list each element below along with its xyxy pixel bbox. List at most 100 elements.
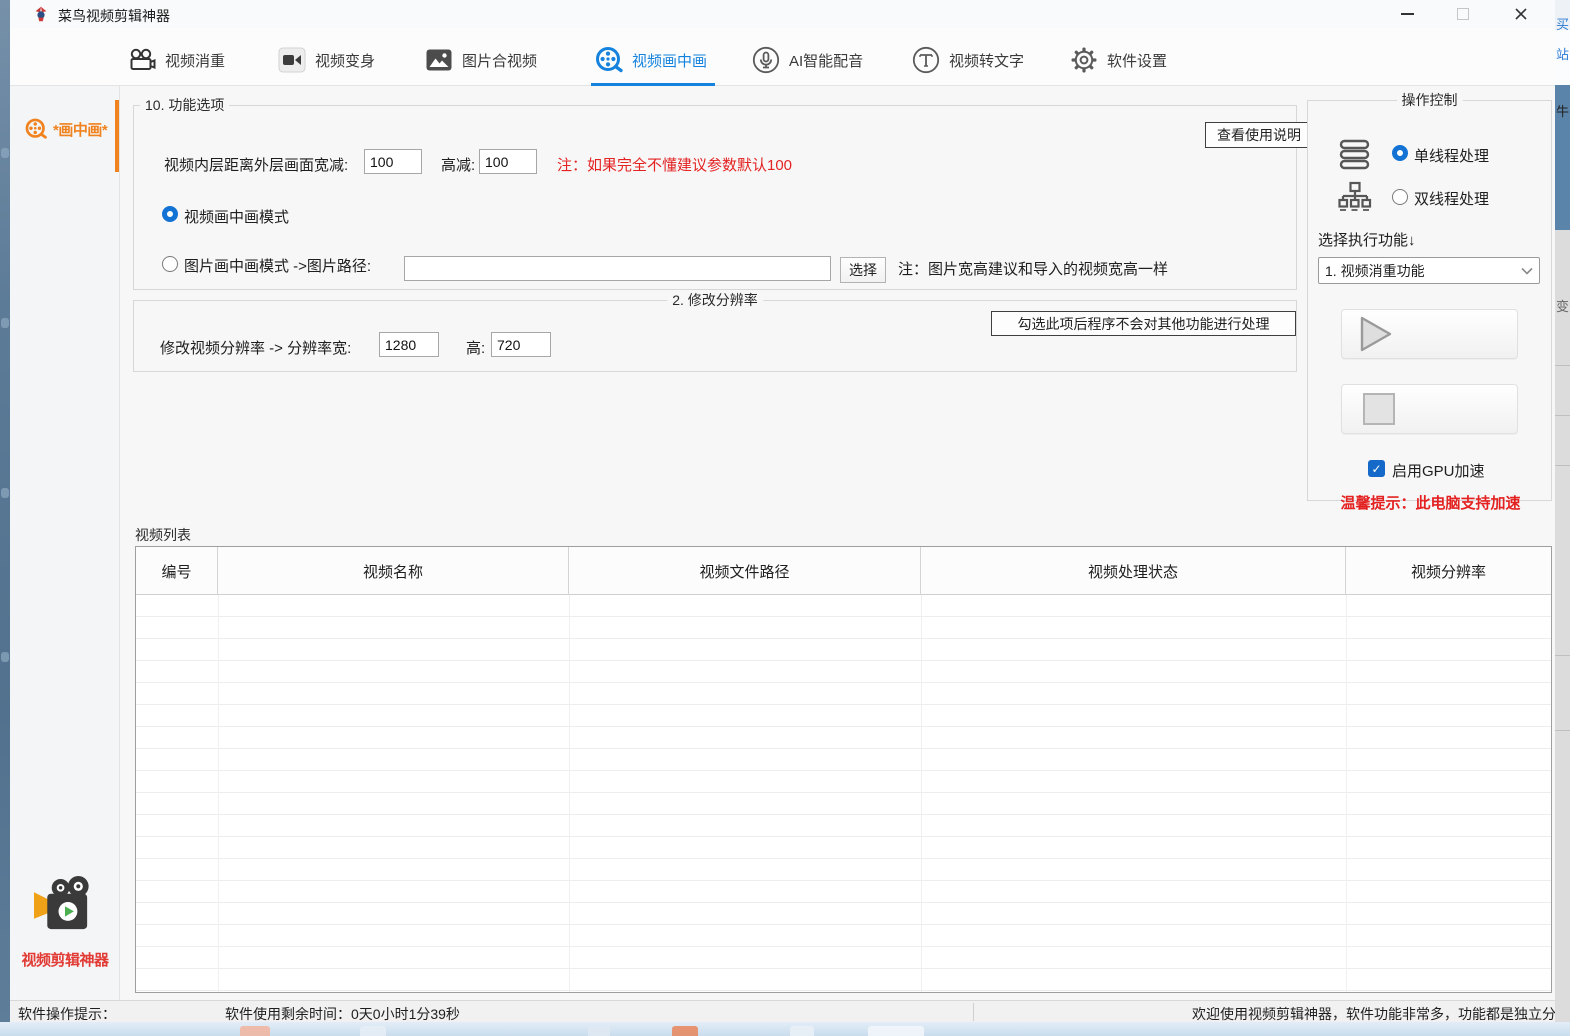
taskbar-icon-fragment bbox=[790, 1026, 814, 1036]
minimize-button[interactable] bbox=[1390, 2, 1424, 26]
sidebar: *画中画* 视频剪辑神器 bbox=[10, 86, 120, 1000]
tab-video-to-text[interactable]: 视频转文字 bbox=[912, 38, 1024, 82]
resolution-row-label: 修改视频分辨率 -> 分辨率宽: bbox=[160, 337, 351, 358]
function-select-value: 1. 视频消重功能 bbox=[1325, 261, 1425, 281]
image-pip-mode-radio[interactable] bbox=[162, 256, 178, 272]
film-reel-icon bbox=[25, 118, 47, 140]
table-header: 编号 视频名称 视频文件路径 视频处理状态 视频分辨率 bbox=[136, 547, 1551, 595]
sidebar-item-label: *画中画* bbox=[53, 119, 107, 140]
group-title: 2. 修改分辨率 bbox=[667, 292, 763, 308]
width-reduce-input[interactable] bbox=[364, 149, 422, 174]
gpu-support-note: 温馨提示：此电脑支持加速 bbox=[1308, 492, 1553, 513]
resolution-group: 2. 修改分辨率 勾选此项后程序不会对其他功能进行处理 修改视频分辨率 -> 分… bbox=[133, 300, 1297, 372]
height-reduce-input[interactable] bbox=[479, 149, 537, 174]
sidebar-active-indicator bbox=[115, 100, 119, 172]
desktop-icon-fragment bbox=[1, 652, 9, 662]
view-instructions-button[interactable]: 查看使用说明 bbox=[1205, 122, 1313, 148]
tab-video-dedup[interactable]: 视频消重 bbox=[128, 38, 225, 82]
function-options-group: 10. 功能选项 查看使用说明 视频内层距离外层画面宽减: 高减: 注：如果完全… bbox=[133, 105, 1297, 290]
close-icon bbox=[1514, 7, 1528, 21]
screen: 买 站 牛 变 菜鸟视频剪辑神器 bbox=[0, 0, 1570, 1036]
column-header-resolution[interactable]: 视频分辨率 bbox=[1346, 547, 1551, 595]
video-camera-icon bbox=[278, 47, 306, 73]
microphone-icon bbox=[752, 46, 780, 74]
sidebar-item-pip[interactable]: *画中画* bbox=[10, 100, 120, 158]
picture-icon bbox=[425, 48, 453, 72]
sidebar-logo-text: 视频剪辑神器 bbox=[10, 949, 120, 970]
column-header-path[interactable]: 视频文件路径 bbox=[569, 547, 921, 595]
app-window: 菜鸟视频剪辑神器 视频消重 bbox=[10, 0, 1555, 1022]
resolution-height-label: 高: bbox=[466, 337, 485, 358]
letter-t-icon bbox=[912, 46, 940, 74]
desktop-icon-fragment bbox=[1, 488, 9, 498]
tab-picture-in-picture[interactable]: 视频画中画 bbox=[595, 38, 707, 82]
status-hint-label: 软件操作提示： bbox=[18, 1004, 116, 1022]
table-body-empty bbox=[136, 595, 1551, 992]
panel-title: 操作控制 bbox=[1397, 92, 1463, 108]
image-path-input[interactable] bbox=[404, 256, 831, 281]
video-pip-mode-radio[interactable] bbox=[162, 206, 178, 222]
sidebar-logo: 视频剪辑神器 bbox=[10, 876, 120, 970]
tab-label: 视频转文字 bbox=[949, 50, 1024, 71]
column-header-index[interactable]: 编号 bbox=[136, 547, 218, 595]
taskbar[interactable] bbox=[0, 1022, 1570, 1036]
inner-height-label: 高减: bbox=[441, 154, 475, 175]
resolution-height-input[interactable] bbox=[491, 332, 551, 357]
gpu-acceleration-checkbox[interactable]: ✓ bbox=[1368, 460, 1385, 477]
tab-image-to-video[interactable]: 图片合视频 bbox=[425, 38, 537, 82]
gpu-acceleration-label: 启用GPU加速 bbox=[1392, 460, 1485, 481]
app-logo-icon bbox=[32, 5, 50, 23]
image-size-note: 注：图片宽高建议和导入的视频宽高一样 bbox=[898, 258, 1168, 279]
film-reel-icon bbox=[595, 46, 623, 74]
stop-button[interactable] bbox=[1341, 384, 1518, 434]
video-list-label: 视频列表 bbox=[135, 525, 191, 545]
column-header-name[interactable]: 视频名称 bbox=[218, 547, 569, 595]
tab-video-transform[interactable]: 视频变身 bbox=[278, 38, 375, 82]
taskbar-icon-fragment bbox=[588, 1026, 610, 1036]
remaining-time-text: 软件使用剩余时间：0天0小时1分39秒 bbox=[225, 1004, 460, 1022]
gear-icon bbox=[1070, 46, 1098, 74]
maximize-button[interactable] bbox=[1446, 2, 1480, 26]
function-select-dropdown[interactable]: 1. 视频消重功能 bbox=[1318, 257, 1540, 284]
choose-image-button[interactable]: 选择 bbox=[840, 257, 886, 283]
background-window-fragment bbox=[1555, 230, 1570, 1022]
background-text-fragment: 买 bbox=[1556, 18, 1569, 31]
tab-label: 视频变身 bbox=[315, 50, 375, 71]
movie-camera-icon bbox=[128, 47, 156, 73]
background-window-edge: 买 站 牛 变 bbox=[1555, 0, 1570, 1022]
single-thread-radio[interactable] bbox=[1392, 145, 1408, 161]
dual-thread-radio[interactable] bbox=[1392, 189, 1408, 205]
title-bar[interactable]: 菜鸟视频剪辑神器 bbox=[10, 0, 1555, 28]
operation-control-panel: 操作控制 单线程处理 bbox=[1307, 100, 1552, 501]
tab-settings[interactable]: 软件设置 bbox=[1070, 38, 1167, 82]
video-list-table[interactable]: 编号 视频名称 视频文件路径 视频处理状态 视频分辨率 bbox=[135, 546, 1552, 993]
start-button[interactable] bbox=[1341, 309, 1518, 359]
play-icon bbox=[1350, 314, 1400, 354]
maximize-icon bbox=[1457, 8, 1469, 20]
stop-icon bbox=[1356, 389, 1406, 429]
only-this-function-button[interactable]: 勾选此项后程序不会对其他功能进行处理 bbox=[991, 311, 1296, 336]
default-param-note: 注：如果完全不懂建议参数默认100 bbox=[557, 154, 792, 175]
image-pip-mode-label: 图片画中画模式 ->图片路径: bbox=[184, 255, 371, 276]
tab-label: 图片合视频 bbox=[462, 50, 537, 71]
single-thread-label: 单线程处理 bbox=[1414, 145, 1489, 166]
dual-thread-icon bbox=[1338, 181, 1372, 215]
tab-bar: 视频消重 视频变身 图片合视频 bbox=[10, 28, 1555, 86]
desktop-icon-fragment bbox=[1, 318, 9, 328]
window-title: 菜鸟视频剪辑神器 bbox=[58, 6, 170, 26]
chevron-down-icon bbox=[1521, 267, 1533, 275]
minimize-icon bbox=[1401, 13, 1414, 15]
status-bar: 软件操作提示： 软件使用剩余时间：0天0小时1分39秒 欢迎使用视频剪辑神器，软… bbox=[10, 1000, 1555, 1022]
background-text-fragment: 牛 bbox=[1556, 105, 1569, 118]
tab-ai-dubbing[interactable]: AI智能配音 bbox=[752, 38, 863, 82]
taskbar-icon-fragment bbox=[360, 1026, 386, 1036]
close-button[interactable] bbox=[1504, 2, 1538, 26]
tab-label: 软件设置 bbox=[1107, 50, 1167, 71]
tab-label: 视频消重 bbox=[165, 50, 225, 71]
taskbar-icon-fragment bbox=[672, 1026, 698, 1036]
resolution-width-input[interactable] bbox=[379, 332, 439, 357]
welcome-message: 欢迎使用视频剪辑神器，软件功能非常多，功能都是独立分明的，操作简单，欢迎您使 bbox=[1192, 1004, 1555, 1022]
select-function-label: 选择执行功能↓ bbox=[1318, 229, 1416, 250]
video-camera-logo-icon bbox=[31, 876, 99, 938]
column-header-status[interactable]: 视频处理状态 bbox=[921, 547, 1346, 595]
